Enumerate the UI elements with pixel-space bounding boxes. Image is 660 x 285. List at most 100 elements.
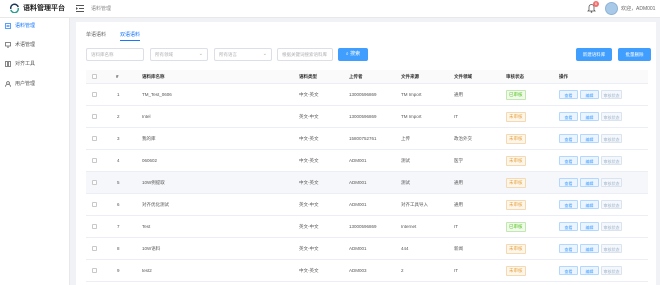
view-button[interactable]: 查看 bbox=[559, 200, 578, 209]
status-cell: 未审核 bbox=[506, 194, 526, 215]
new-corpus-button[interactable]: 新建语料库 bbox=[576, 48, 612, 61]
table-row: 4 060602 中文-英文 ADM001 测试 医学 未审核 查看 编辑 审核状态 bbox=[86, 150, 648, 172]
uploader: 13000596869 bbox=[349, 224, 377, 229]
app-title: 语料管理平台 bbox=[23, 5, 65, 12]
sidebar-item-users[interactable]: 用户管理 bbox=[0, 78, 70, 89]
name-search-input[interactable]: 语料库名称 bbox=[86, 48, 144, 61]
audit-status-button[interactable]: 审核状态 bbox=[601, 134, 622, 143]
row-checkbox[interactable] bbox=[92, 216, 97, 237]
audit-status-button[interactable]: 审核状态 bbox=[601, 266, 622, 275]
status-cell: 已审核 bbox=[506, 84, 526, 105]
corpus-type: 英文-中文 bbox=[299, 201, 319, 207]
row-checkbox[interactable] bbox=[92, 238, 97, 259]
table-row: 6 对齐优化测试 英文-中文 ADM001 对齐工具导入 通用 未审核 查看 编辑 审核状态 bbox=[86, 194, 648, 216]
edit-button[interactable]: 编辑 bbox=[580, 244, 599, 253]
row-number: 6 bbox=[117, 202, 120, 207]
status-badge: 未审核 bbox=[506, 243, 526, 254]
batch-delete-button[interactable]: 批量删除 bbox=[618, 48, 651, 61]
avatar[interactable] bbox=[605, 2, 618, 15]
file-source: TM Import bbox=[401, 114, 422, 119]
row-actions: 查看 编辑 审核状态 bbox=[559, 84, 624, 105]
audit-status-button[interactable]: 审核状态 bbox=[601, 178, 622, 187]
uploader: 13000596869 bbox=[349, 114, 377, 119]
tab-bilingual[interactable]: 双语语料 bbox=[120, 31, 141, 41]
view-button[interactable]: 查看 bbox=[559, 178, 578, 187]
view-button[interactable]: 查看 bbox=[559, 222, 578, 231]
row-actions: 查看 编辑 审核状态 bbox=[559, 150, 624, 171]
corpus-name: 10W例提取 bbox=[142, 179, 165, 185]
view-button[interactable]: 查看 bbox=[559, 90, 578, 99]
audit-status-button[interactable]: 审核状态 bbox=[601, 90, 622, 99]
edit-button[interactable]: 编辑 bbox=[580, 200, 599, 209]
language-select[interactable]: 所有语言 ⌄ bbox=[214, 48, 272, 61]
audit-status-button[interactable]: 审核状态 bbox=[601, 156, 622, 165]
tab-monolingual[interactable]: 单语语料 bbox=[86, 31, 106, 41]
sidebar-item-align[interactable]: 对齐工具 bbox=[0, 58, 70, 69]
edit-button[interactable]: 编辑 bbox=[580, 156, 599, 165]
view-button[interactable]: 查看 bbox=[559, 156, 578, 165]
row-checkbox[interactable] bbox=[92, 194, 97, 215]
domain-select[interactable]: 所有领域 ⌄ bbox=[150, 48, 208, 61]
row-actions: 查看 编辑 审核状态 bbox=[559, 216, 624, 237]
app-logo[interactable]: 语料管理平台 bbox=[9, 3, 65, 13]
row-actions: 查看 编辑 审核状态 bbox=[559, 172, 624, 193]
search-button[interactable]: ⌕ 搜索 bbox=[338, 48, 368, 61]
row-actions: 查看 编辑 审核状态 bbox=[559, 238, 624, 259]
corpus-type: 中文-英文 bbox=[299, 157, 319, 163]
monitor-icon bbox=[5, 41, 11, 47]
corpus-type: 中文-英文 bbox=[299, 135, 319, 141]
corpus-type: 英文-中文 bbox=[299, 113, 319, 119]
table-row: 1 TM_Test_0606 中文-英文 13000596869 TM Import 通用… bbox=[86, 84, 648, 106]
corpus-name: 我的库 bbox=[142, 135, 156, 141]
edit-button[interactable]: 编辑 bbox=[580, 222, 599, 231]
corpus-type: 中文-英文 bbox=[299, 179, 319, 185]
status-badge: 已审核 bbox=[506, 89, 526, 100]
uploader: ADM001 bbox=[349, 180, 367, 185]
row-checkbox[interactable] bbox=[92, 128, 97, 149]
sidebar-item-terms[interactable]: 术语管理 bbox=[0, 39, 70, 50]
file-domain: 通用 bbox=[454, 179, 463, 185]
view-button[interactable]: 查看 bbox=[559, 112, 578, 121]
audit-status-button[interactable]: 审核状态 bbox=[601, 244, 622, 253]
sidebar-item-corpus[interactable]: 语料管理 bbox=[0, 20, 70, 31]
row-checkbox[interactable] bbox=[92, 260, 97, 281]
file-source: 上传 bbox=[401, 135, 410, 141]
corpus-tabs: 单语语料 双语语料 bbox=[86, 31, 141, 41]
file-source: 444 bbox=[401, 246, 409, 251]
file-domain: IT bbox=[454, 114, 458, 119]
keyword-search-input[interactable]: 根据关键词搜索语料库 bbox=[277, 48, 333, 61]
column-header: 文件领域 bbox=[454, 73, 472, 79]
row-checkbox[interactable] bbox=[92, 172, 97, 193]
view-button[interactable]: 查看 bbox=[559, 266, 578, 275]
menu-collapse-icon[interactable] bbox=[76, 4, 84, 13]
edit-button[interactable]: 编辑 bbox=[580, 90, 599, 99]
align-icon bbox=[5, 60, 11, 67]
row-number: 1 bbox=[117, 92, 120, 97]
file-source: 2 bbox=[401, 268, 404, 273]
status-badge: 已审核 bbox=[506, 221, 526, 232]
audit-status-button[interactable]: 审核状态 bbox=[601, 112, 622, 121]
row-checkbox[interactable] bbox=[92, 106, 97, 127]
table-row: 9 test2 中文-英文 ADM003 2 IT 未审核 查看 编辑 审核状态 bbox=[86, 260, 648, 282]
audit-status-button[interactable]: 审核状态 bbox=[601, 222, 622, 231]
row-checkbox[interactable] bbox=[92, 150, 97, 171]
user-greeting[interactable]: 欢迎，ADM001 bbox=[621, 5, 655, 12]
status-badge: 未审核 bbox=[506, 177, 526, 188]
sidebar-item-label: 对齐工具 bbox=[15, 61, 36, 67]
row-checkbox[interactable] bbox=[92, 84, 97, 105]
select-all-checkbox[interactable] bbox=[92, 70, 97, 83]
breadcrumb[interactable]: 语料管理 bbox=[91, 5, 111, 12]
column-header: 上传者 bbox=[349, 73, 363, 79]
edit-button[interactable]: 编辑 bbox=[580, 178, 599, 187]
uploader: 13000596869 bbox=[349, 92, 377, 97]
file-source: 对齐工具导入 bbox=[401, 201, 428, 207]
search-button-label: 搜索 bbox=[350, 51, 361, 57]
status-badge: 未审核 bbox=[506, 133, 526, 144]
file-source: TM Import bbox=[401, 92, 422, 97]
edit-button[interactable]: 编辑 bbox=[580, 266, 599, 275]
edit-button[interactable]: 编辑 bbox=[580, 112, 599, 121]
edit-button[interactable]: 编辑 bbox=[580, 134, 599, 143]
audit-status-button[interactable]: 审核状态 bbox=[601, 200, 622, 209]
view-button[interactable]: 查看 bbox=[559, 134, 578, 143]
view-button[interactable]: 查看 bbox=[559, 244, 578, 253]
